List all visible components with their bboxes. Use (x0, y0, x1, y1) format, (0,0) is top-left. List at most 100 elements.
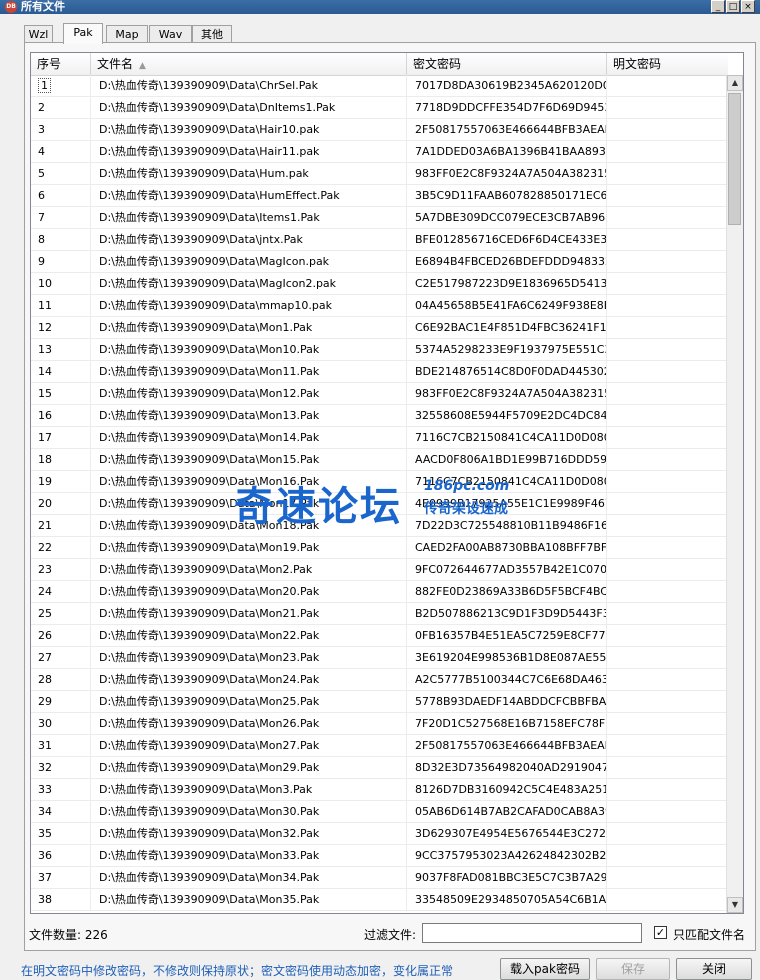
cell-plain-password[interactable] (607, 383, 728, 404)
column-header-filename[interactable]: 文件名 ▲ (91, 53, 407, 75)
table-row[interactable]: 36 D:\热血传奇\139390909\Data\Mon33.Pak 9CC375… (31, 845, 728, 867)
table-row[interactable]: 3 D:\热血传奇\139390909\Data\Hair10.pak 2F5081… (31, 119, 728, 141)
table-row[interactable]: 37 D:\热血传奇\139390909\Data\Mon34.Pak 9037F8… (31, 867, 728, 889)
cell-plain-password[interactable] (607, 889, 728, 910)
table-row[interactable]: 15 D:\热血传奇\139390909\Data\Mon12.Pak 983FF0… (31, 383, 728, 405)
table-row[interactable]: 5 D:\热血传奇\139390909\Data\Hum.pak 983FF0E2C… (31, 163, 728, 185)
table-row[interactable]: 23 D:\热血传奇\139390909\Data\Mon2.Pak 9FC0726… (31, 559, 728, 581)
cell-plain-password[interactable] (607, 669, 728, 690)
cell-index: 29 (31, 691, 91, 712)
cell-plain-password[interactable] (607, 691, 728, 712)
column-header-cipher[interactable]: 密文密码 (407, 53, 607, 75)
cell-plain-password[interactable] (607, 845, 728, 866)
tab-wzl[interactable]: Wzl (24, 25, 53, 43)
table-row[interactable]: 18 D:\热血传奇\139390909\Data\Mon15.Pak AACD0F… (31, 449, 728, 471)
cell-plain-password[interactable] (607, 581, 728, 602)
scroll-down-icon[interactable]: ▼ (727, 897, 743, 913)
minimize-button[interactable]: _ (711, 0, 725, 13)
table-row[interactable]: 34 D:\热血传奇\139390909\Data\Mon30.Pak 05AB6D… (31, 801, 728, 823)
cell-plain-password[interactable] (607, 471, 728, 492)
cell-plain-password[interactable] (607, 449, 728, 470)
cell-plain-password[interactable] (607, 515, 728, 536)
column-header-plain[interactable]: 明文密码 (607, 53, 728, 75)
cell-plain-password[interactable] (607, 559, 728, 580)
tab-map[interactable]: Map (106, 25, 148, 43)
cell-plain-password[interactable] (607, 163, 728, 184)
cell-plain-password[interactable] (607, 603, 728, 624)
cell-plain-password[interactable] (607, 273, 728, 294)
tab-pak[interactable]: Pak (63, 23, 103, 44)
cell-plain-password[interactable] (607, 119, 728, 140)
table-row[interactable]: 29 D:\热血传奇\139390909\Data\Mon25.Pak 5778B9… (31, 691, 728, 713)
scroll-up-icon[interactable]: ▲ (727, 75, 743, 91)
cell-plain-password[interactable] (607, 823, 728, 844)
table-row[interactable]: 4 D:\热血传奇\139390909\Data\Hair11.pak 7A1DDE… (31, 141, 728, 163)
table-row[interactable]: 9 D:\热血传奇\139390909\Data\MagIcon.pak E6894… (31, 251, 728, 273)
cell-index: 1 (31, 75, 91, 96)
table-row[interactable]: 1 D:\热血传奇\139390909\Data\ChrSel.Pak 7017D8… (31, 75, 728, 97)
cell-plain-password[interactable] (607, 647, 728, 668)
table-row[interactable]: 10 D:\热血传奇\139390909\Data\MagIcon2.pak C2E… (31, 273, 728, 295)
match-filename-label[interactable]: 只匹配文件名 (673, 926, 745, 943)
table-row[interactable]: 6 D:\热血传奇\139390909\Data\HumEffect.Pak 3B5… (31, 185, 728, 207)
table-row[interactable]: 32 D:\热血传奇\139390909\Data\Mon29.Pak 8D32E3… (31, 757, 728, 779)
table-row[interactable]: 28 D:\热血传奇\139390909\Data\Mon24.Pak A2C577… (31, 669, 728, 691)
table-row[interactable]: 38 D:\热血传奇\139390909\Data\Mon35.Pak 335485… (31, 889, 728, 911)
table-row[interactable]: 30 D:\热血传奇\139390909\Data\Mon26.Pak 7F20D1… (31, 713, 728, 735)
cell-plain-password[interactable] (607, 295, 728, 316)
table-row[interactable]: 16 D:\热血传奇\139390909\Data\Mon13.Pak 325586… (31, 405, 728, 427)
table-row[interactable]: 24 D:\热血传奇\139390909\Data\Mon20.Pak 882FE0… (31, 581, 728, 603)
cell-plain-password[interactable] (607, 625, 728, 646)
cell-plain-password[interactable] (607, 757, 728, 778)
table-row[interactable]: 17 D:\热血传奇\139390909\Data\Mon14.Pak 7116C7… (31, 427, 728, 449)
scrollbar-thumb[interactable] (728, 93, 741, 225)
tab-other[interactable]: 其他 (192, 25, 232, 43)
cell-cipher-password: AACD0F806A1BD1E99B716DDD59D… (407, 449, 607, 470)
table-row[interactable]: 35 D:\热血传奇\139390909\Data\Mon32.Pak 3D6293… (31, 823, 728, 845)
cell-plain-password[interactable] (607, 75, 728, 96)
close-window-button[interactable]: × (741, 0, 755, 13)
cell-plain-password[interactable] (607, 141, 728, 162)
table-row[interactable]: 27 D:\热血传奇\139390909\Data\Mon23.Pak 3E6192… (31, 647, 728, 669)
cell-index: 9 (31, 251, 91, 272)
cell-filename: D:\热血传奇\139390909\Data\Items1.Pak (91, 207, 407, 228)
table-row[interactable]: 2 D:\热血传奇\139390909\Data\DnItems1.Pak 7718… (31, 97, 728, 119)
cell-plain-password[interactable] (607, 801, 728, 822)
cell-plain-password[interactable] (607, 185, 728, 206)
cell-plain-password[interactable] (607, 735, 728, 756)
filter-input[interactable] (422, 923, 642, 943)
table-row[interactable]: 7 D:\热血传奇\139390909\Data\Items1.Pak 5A7DBE… (31, 207, 728, 229)
cell-plain-password[interactable] (607, 427, 728, 448)
table-row[interactable]: 12 D:\热血传奇\139390909\Data\Mon1.Pak C6E92BA… (31, 317, 728, 339)
table-row[interactable]: 31 D:\热血传奇\139390909\Data\Mon27.Pak 2F5081… (31, 735, 728, 757)
table-row[interactable]: 8 D:\热血传奇\139390909\Data\jntx.Pak BFE01285… (31, 229, 728, 251)
table-row[interactable]: 22 D:\热血传奇\139390909\Data\Mon19.Pak CAED2F… (31, 537, 728, 559)
tab-wav[interactable]: Wav (149, 25, 192, 43)
cell-plain-password[interactable] (607, 207, 728, 228)
table-row[interactable]: 25 D:\热血传奇\139390909\Data\Mon21.Pak B2D507… (31, 603, 728, 625)
cell-cipher-password: 3B5C9D11FAAB607828850171EC6F… (407, 185, 607, 206)
match-filename-checkbox[interactable]: ✓ (654, 926, 667, 939)
cell-plain-password[interactable] (607, 229, 728, 250)
cell-plain-password[interactable] (607, 97, 728, 118)
vertical-scrollbar[interactable]: ▲ ▼ (726, 75, 743, 913)
cell-plain-password[interactable] (607, 713, 728, 734)
cell-plain-password[interactable] (607, 493, 728, 514)
cell-plain-password[interactable] (607, 339, 728, 360)
cell-plain-password[interactable] (607, 405, 728, 426)
cell-filename: D:\热血传奇\139390909\Data\Mon32.Pak (91, 823, 407, 844)
table-row[interactable]: 26 D:\热血传奇\139390909\Data\Mon22.Pak 0FB163… (31, 625, 728, 647)
cell-plain-password[interactable] (607, 867, 728, 888)
cell-plain-password[interactable] (607, 537, 728, 558)
table-row[interactable]: 14 D:\热血传奇\139390909\Data\Mon11.Pak BDE214… (31, 361, 728, 383)
cell-plain-password[interactable] (607, 779, 728, 800)
column-header-index[interactable]: 序号 (31, 53, 91, 75)
title-bar[interactable]: DB 所有文件 _ □ × (0, 0, 760, 14)
cell-plain-password[interactable] (607, 251, 728, 272)
cell-plain-password[interactable] (607, 361, 728, 382)
table-row[interactable]: 33 D:\热血传奇\139390909\Data\Mon3.Pak 8126D7D… (31, 779, 728, 801)
table-row[interactable]: 11 D:\热血传奇\139390909\Data\mmap10.pak 04A45… (31, 295, 728, 317)
cell-plain-password[interactable] (607, 317, 728, 338)
maximize-button[interactable]: □ (726, 0, 740, 13)
table-row[interactable]: 13 D:\热血传奇\139390909\Data\Mon10.Pak 5374A5… (31, 339, 728, 361)
